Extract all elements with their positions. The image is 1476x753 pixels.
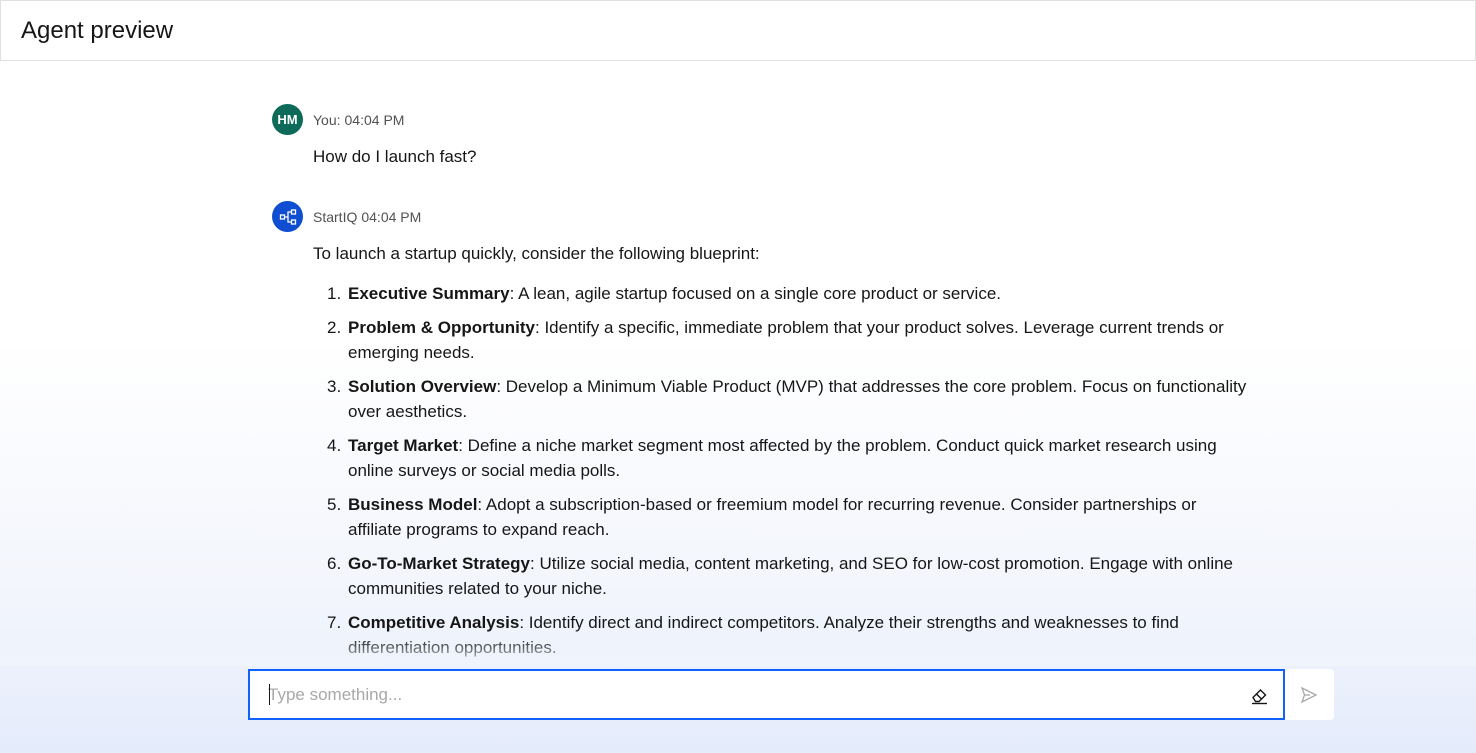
avatar-initials: HM bbox=[277, 112, 298, 127]
list-item: 2. Problem & Opportunity: Identify a spec… bbox=[313, 315, 1253, 365]
message-text: How do I launch fast? bbox=[313, 147, 477, 166]
list-item-number: 2. bbox=[327, 318, 342, 337]
page-title: Agent preview bbox=[21, 16, 174, 44]
list-item-number: 7. bbox=[327, 613, 342, 632]
list-item-number: 3. bbox=[327, 377, 342, 396]
list-item-text: : Define a niche market segment most aff… bbox=[348, 436, 1217, 480]
page-header: Agent preview bbox=[0, 0, 1476, 61]
eraser-icon bbox=[1251, 688, 1267, 704]
list-item: 4. Target Market: Define a niche market s… bbox=[313, 433, 1253, 483]
message-composer bbox=[248, 669, 1334, 720]
message-time: 04:04 PM bbox=[361, 209, 422, 225]
list-item: 7. Competitive Analysis: Identify direct … bbox=[313, 610, 1253, 660]
list-item-number: 6. bbox=[327, 554, 342, 573]
send-button[interactable] bbox=[1296, 682, 1322, 708]
text-caret bbox=[269, 684, 270, 705]
clear-button[interactable] bbox=[1248, 684, 1270, 706]
list-item-title: Executive Summary bbox=[348, 284, 510, 303]
list-item: 6. Go-To-Market Strategy: Utilize social … bbox=[313, 551, 1253, 601]
list-item-number: 5. bbox=[327, 495, 342, 514]
message-meta: StartIQ 04:04 PM bbox=[313, 209, 421, 225]
list-item: 3. Solution Overview: Develop a Minimum V… bbox=[313, 374, 1253, 424]
message-author: You: bbox=[313, 112, 341, 128]
send-icon bbox=[1300, 686, 1318, 704]
list-item-title: Solution Overview bbox=[348, 377, 497, 396]
message-author: StartIQ bbox=[313, 209, 358, 225]
list-item-title: Problem & Opportunity bbox=[348, 318, 535, 337]
chat-transcript: HM You: 04:04 PM How do I launch fast? St… bbox=[0, 61, 1476, 666]
list-item-number: 1. bbox=[327, 284, 342, 303]
blueprint-list: 1. Executive Summary: A lean, agile start… bbox=[313, 281, 1253, 666]
list-item: 1. Executive Summary: A lean, agile start… bbox=[313, 281, 1253, 306]
flow-icon bbox=[279, 208, 296, 225]
list-item-number: 4. bbox=[327, 436, 342, 455]
list-item-text: : A lean, agile startup focused on a sin… bbox=[509, 284, 1001, 303]
list-item-title: Target Market bbox=[348, 436, 459, 455]
message-meta: You: 04:04 PM bbox=[313, 112, 404, 128]
list-item-title: Go-To-Market Strategy bbox=[348, 554, 530, 573]
list-item-title: Business Model bbox=[348, 495, 478, 514]
agent-avatar bbox=[272, 201, 303, 232]
list-item-title: Competitive Analysis bbox=[348, 613, 520, 632]
message-time: 04:04 PM bbox=[344, 112, 405, 128]
list-item: 5. Business Model: Adopt a subscription-b… bbox=[313, 492, 1253, 542]
message-intro: To launch a startup quickly, consider th… bbox=[313, 244, 760, 263]
message-input[interactable] bbox=[268, 671, 1228, 718]
input-container bbox=[248, 669, 1285, 720]
avatar: HM bbox=[272, 104, 303, 135]
